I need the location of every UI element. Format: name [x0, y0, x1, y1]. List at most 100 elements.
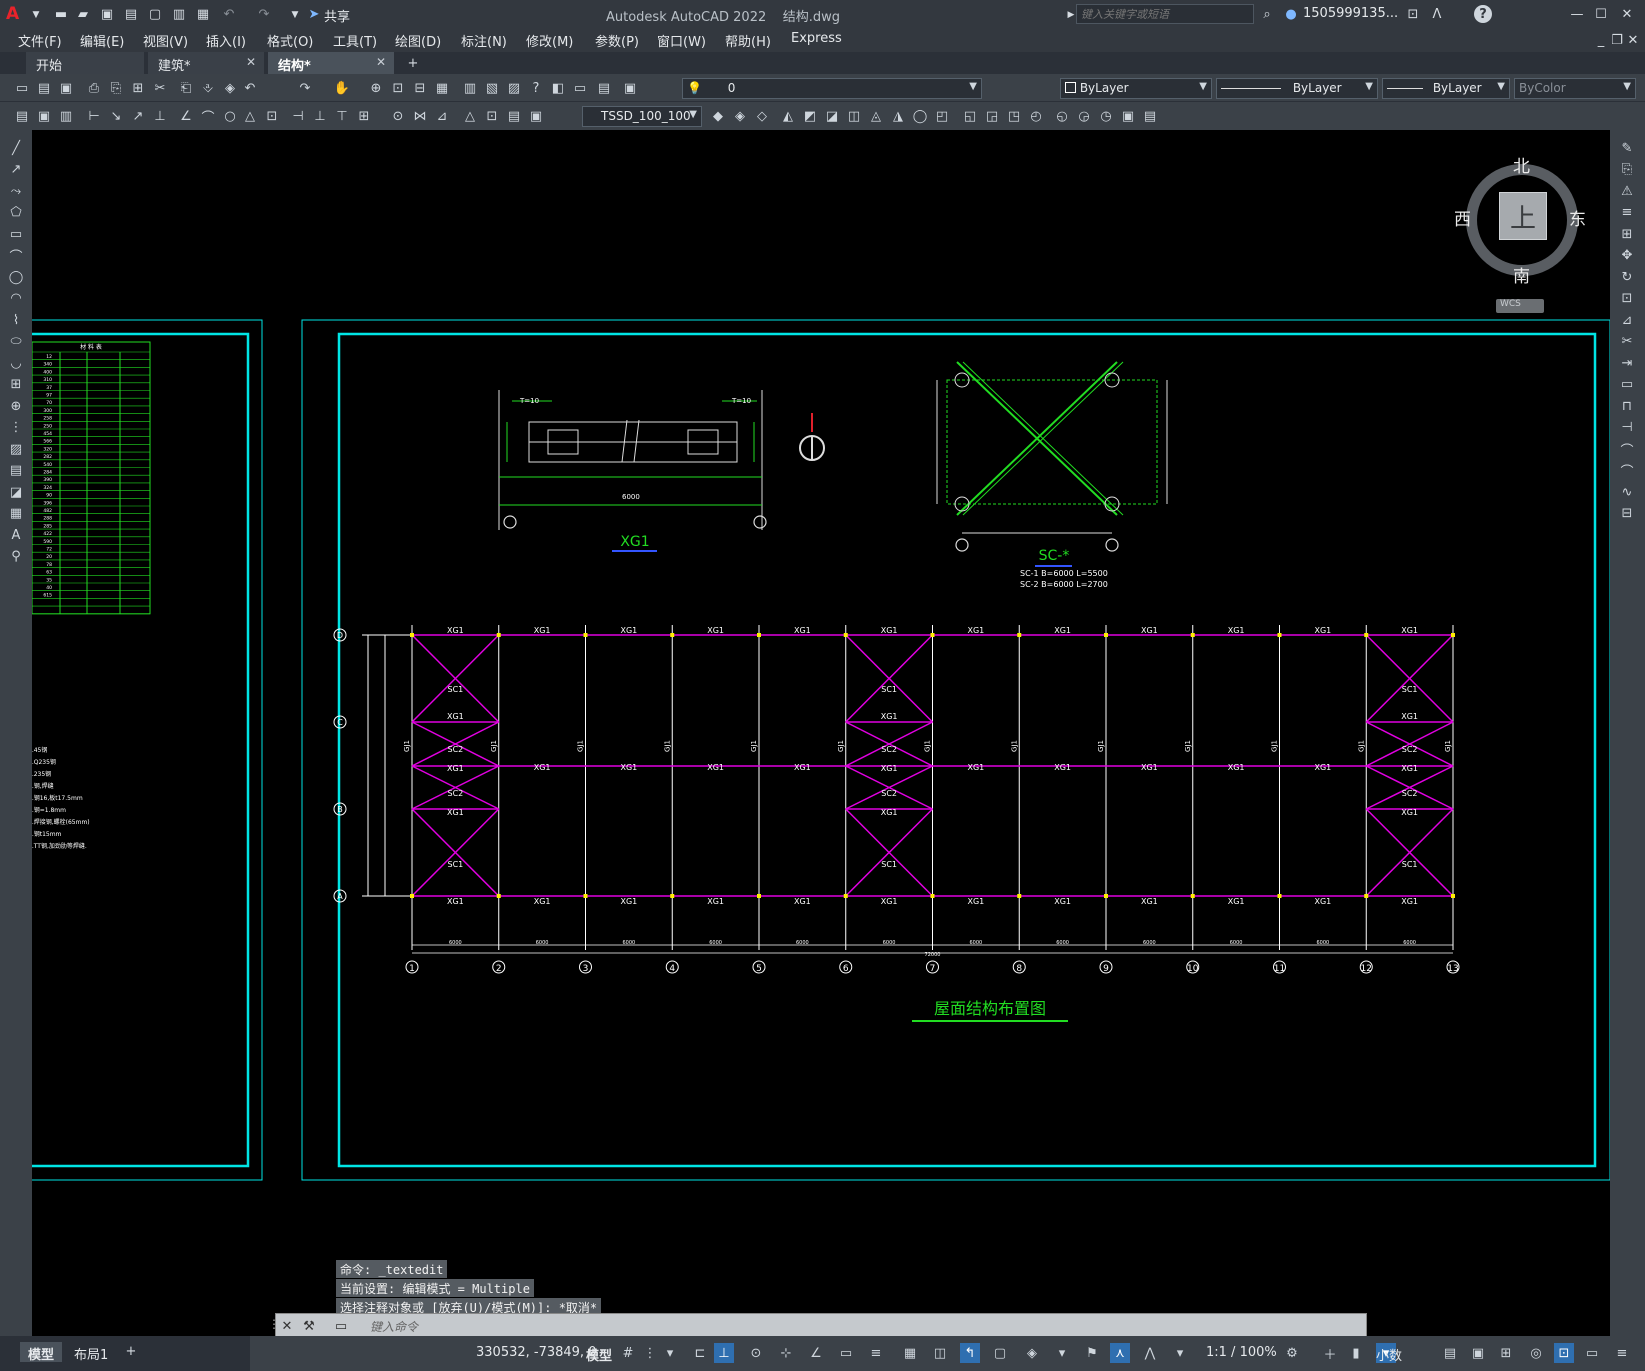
standard-tool-icon[interactable]: ▣: [620, 78, 640, 98]
status-toggle-icon[interactable]: ≡: [1612, 1343, 1632, 1363]
color-dropdown[interactable]: ByLayer ▼: [1060, 78, 1212, 99]
new-file-icon[interactable]: ▬: [52, 5, 70, 23]
share-icon[interactable]: ➤: [305, 5, 323, 23]
status-toggle-icon[interactable]: ⋀: [1140, 1343, 1160, 1363]
style-tool-icon[interactable]: ◆: [708, 106, 728, 126]
style-tool-icon[interactable]: ◭: [778, 106, 798, 126]
dimension-tool-icon[interactable]: ▥: [56, 106, 76, 126]
modify-tool-icon[interactable]: ✥: [1617, 246, 1637, 266]
status-toggle-icon[interactable]: ◈: [1022, 1343, 1042, 1363]
draw-tool-icon[interactable]: ▨: [6, 439, 26, 459]
status-toggle-icon[interactable]: ⊏: [690, 1343, 710, 1363]
dimension-tool-icon[interactable]: ∠: [176, 106, 196, 126]
style-tool-icon[interactable]: ◰: [932, 106, 952, 126]
standard-tool-icon[interactable]: ⊞: [128, 78, 148, 98]
dimension-tool-icon[interactable]: ▣: [526, 106, 546, 126]
status-toggle-icon[interactable]: ▣: [1468, 1343, 1488, 1363]
modify-tool-icon[interactable]: ▭: [1617, 375, 1637, 395]
dimension-tool-icon[interactable]: ▣: [34, 106, 54, 126]
draw-tool-icon[interactable]: ⬠: [6, 203, 26, 223]
status-toggle-icon[interactable]: ◎: [1526, 1343, 1546, 1363]
menu-insert[interactable]: 插入(I): [206, 31, 246, 50]
draw-tool-icon[interactable]: A: [6, 525, 26, 545]
status-toggle-icon[interactable]: ▤: [1440, 1343, 1460, 1363]
style-tool-icon[interactable]: ◳: [1004, 106, 1024, 126]
status-toggle-icon[interactable]: ⚙: [1282, 1343, 1302, 1363]
standard-tool-icon[interactable]: ✂: [150, 78, 170, 98]
close-icon[interactable]: ✕: [278, 1317, 296, 1335]
modify-tool-icon[interactable]: ⊡: [1617, 289, 1637, 309]
modify-tool-icon[interactable]: ✎: [1617, 138, 1637, 158]
menu-view[interactable]: 视图(V): [143, 31, 188, 50]
draw-tool-icon[interactable]: ◪: [6, 482, 26, 502]
standard-tool-icon[interactable]: ?: [526, 78, 546, 98]
style-tool-icon[interactable]: ◮: [888, 106, 908, 126]
dimension-tool-icon[interactable]: ▤: [504, 106, 524, 126]
dimension-tool-icon[interactable]: ▤: [12, 106, 32, 126]
style-tool-icon[interactable]: ◫: [844, 106, 864, 126]
status-toggle-icon[interactable]: ▢: [990, 1343, 1010, 1363]
command-prompt-icon[interactable]: ▭: [332, 1317, 350, 1335]
modify-tool-icon[interactable]: ⎘: [1617, 160, 1637, 180]
status-toggle-icon[interactable]: ⋏: [1110, 1343, 1130, 1363]
draw-tool-icon[interactable]: ⚲: [6, 547, 26, 567]
redo-icon[interactable]: ↷: [255, 5, 273, 23]
status-toggle-icon[interactable]: ▾: [1170, 1343, 1190, 1363]
style-tool-icon[interactable]: ◲: [982, 106, 1002, 126]
tab-architecture[interactable]: 建筑* ✕: [148, 52, 264, 74]
status-toggle-icon[interactable]: ⊞: [1496, 1343, 1516, 1363]
dimension-tool-icon[interactable]: ⊢: [84, 106, 104, 126]
modify-tool-icon[interactable]: ⊿: [1617, 310, 1637, 330]
standard-tool-icon[interactable]: ▤: [34, 78, 54, 98]
dimension-tool-icon[interactable]: ⊿: [432, 106, 452, 126]
style-tool-icon[interactable]: ◩: [800, 106, 820, 126]
new-tab-icon[interactable]: +: [404, 54, 422, 72]
dimension-tool-icon[interactable]: ↘: [106, 106, 126, 126]
dimstyle-dropdown[interactable]: TSSD_100_100 ▼: [582, 106, 702, 127]
status-toggle-icon[interactable]: ∠: [806, 1343, 826, 1363]
minimize-icon[interactable]: —: [1568, 5, 1586, 23]
new-layout-icon[interactable]: +: [122, 1342, 140, 1360]
status-toggle-icon[interactable]: ▾: [1052, 1343, 1072, 1363]
annotation-scale[interactable]: 1:1 / 100%: [1206, 1345, 1277, 1360]
standard-tool-icon[interactable]: ⎀: [198, 78, 218, 98]
dimension-tool-icon[interactable]: ○: [220, 106, 240, 126]
command-line[interactable]: ⋮ ✕ ⚒ ▭ 键入命令: [268, 1313, 1367, 1337]
style-tool-icon[interactable]: ▣: [1118, 106, 1138, 126]
dimension-tool-icon[interactable]: ⋈: [410, 106, 430, 126]
draw-tool-icon[interactable]: ╱: [6, 138, 26, 158]
units-setting[interactable]: 小数: [1376, 1345, 1402, 1364]
cad-drawing[interactable]: 材 料 表12340400310379770300258250454566320…: [32, 130, 1610, 1348]
style-tool-icon[interactable]: ◱: [960, 106, 980, 126]
dimension-tool-icon[interactable]: ⊣: [288, 106, 308, 126]
viewcube-top-face[interactable]: 上: [1499, 192, 1547, 240]
customize-wrench-icon[interactable]: ⚒: [300, 1317, 318, 1335]
status-toggle-icon[interactable]: ⊹: [776, 1343, 796, 1363]
menu-window[interactable]: 窗口(W): [657, 31, 706, 50]
viewcube[interactable]: 上 北 南 东 西 WCS: [1442, 140, 1610, 313]
draw-tool-icon[interactable]: ▦: [6, 504, 26, 524]
undo-icon[interactable]: ↶: [220, 5, 238, 23]
dimension-tool-icon[interactable]: ⊥: [310, 106, 330, 126]
lineweight-dropdown[interactable]: ByLayer ▼: [1382, 78, 1510, 99]
status-toggle-icon[interactable]: ▦: [900, 1343, 920, 1363]
style-tool-icon[interactable]: ◷: [1096, 106, 1116, 126]
draw-tool-icon[interactable]: ⌒: [6, 246, 26, 266]
style-tool-icon[interactable]: ◪: [822, 106, 842, 126]
status-toggle-icon[interactable]: ⊙: [746, 1343, 766, 1363]
menu-parametric[interactable]: 参数(P): [595, 31, 639, 50]
draw-tool-icon[interactable]: ⊕: [6, 396, 26, 416]
draw-tool-icon[interactable]: ⋮: [6, 418, 26, 438]
autodesk-a360-icon[interactable]: Ʌ: [1428, 5, 1446, 23]
menu-express[interactable]: Express: [791, 31, 842, 49]
standard-tool-icon[interactable]: ⎗: [176, 78, 196, 98]
tab-model[interactable]: 模型: [20, 1342, 63, 1363]
status-toggle-icon[interactable]: ⚑: [1082, 1343, 1102, 1363]
style-tool-icon[interactable]: ◈: [730, 106, 750, 126]
modify-tool-icon[interactable]: ↻: [1617, 267, 1637, 287]
standard-tool-icon[interactable]: ▨: [504, 78, 524, 98]
modify-tool-icon[interactable]: ⊓: [1617, 396, 1637, 416]
draw-tool-icon[interactable]: ◡: [6, 353, 26, 373]
standard-tool-icon[interactable]: ⎘: [106, 78, 126, 98]
command-input-placeholder[interactable]: 键入命令: [370, 1318, 418, 1335]
